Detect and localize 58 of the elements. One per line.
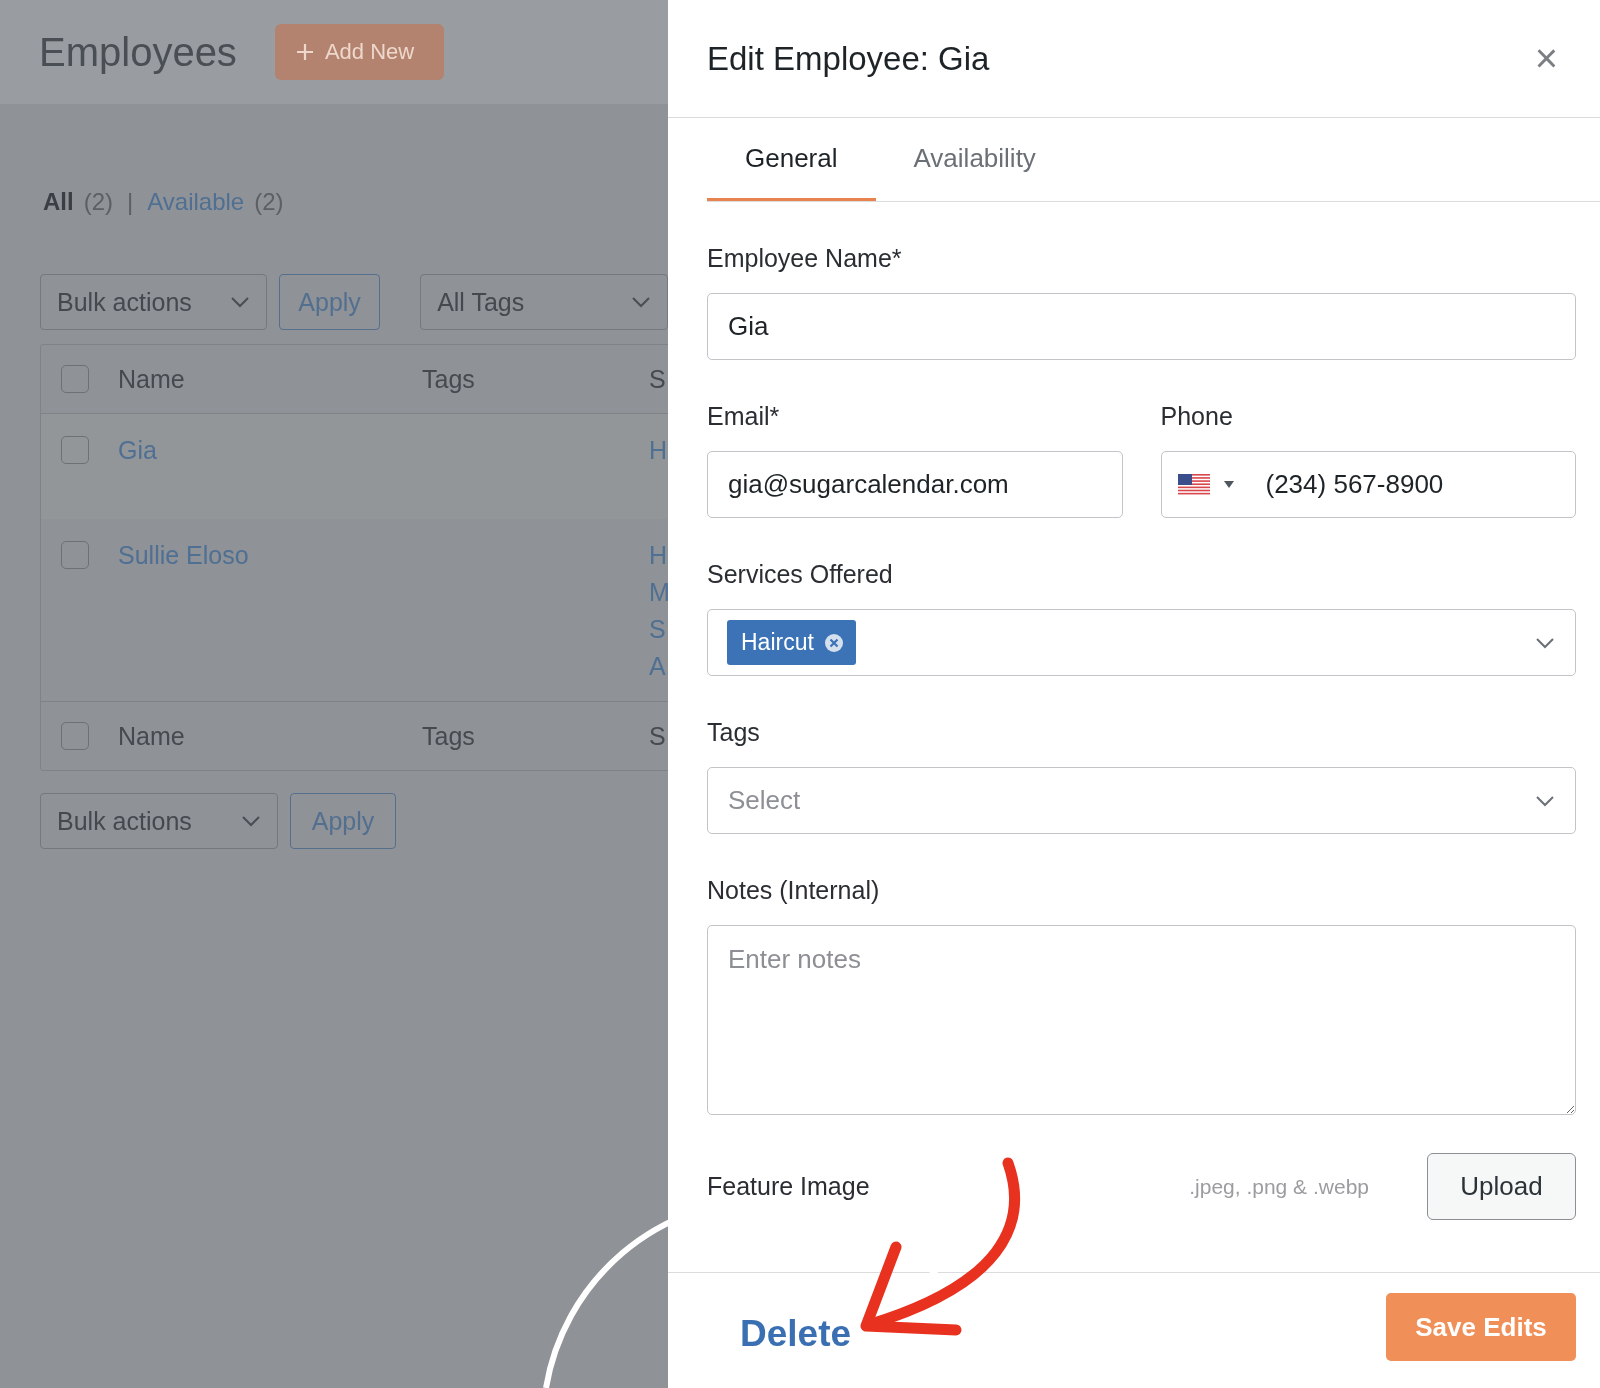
field-label: Phone (1160, 402, 1234, 431)
column-header: Tags (422, 364, 476, 394)
tags-filter-select[interactable]: All Tags (420, 274, 668, 330)
column-header: Name (118, 364, 186, 394)
feature-image-label: Feature Image (707, 1172, 870, 1201)
service-link[interactable]: A (649, 652, 668, 681)
column-header: S (649, 721, 667, 751)
employee-name-field[interactable]: Gia (707, 293, 1576, 360)
file-types-hint: .jpeg, .png & .webp (1189, 1174, 1369, 1199)
delete-link[interactable]: Delete (740, 1313, 852, 1355)
services-select[interactable]: Haircut (707, 609, 1576, 676)
apply-button[interactable]: Apply (279, 274, 381, 330)
panel-title: Edit Employee: Gia (707, 39, 990, 78)
upload-button[interactable]: Upload (1427, 1153, 1576, 1220)
add-new-button[interactable]: Add New (274, 24, 445, 80)
remove-icon[interactable] (823, 632, 844, 653)
filter-separator: | (127, 188, 134, 216)
field-label: Tags (707, 718, 761, 747)
field-label: Services Offered (707, 560, 894, 589)
chevron-down-icon (241, 815, 261, 827)
service-link[interactable]: H (649, 541, 668, 570)
flag-icon (1177, 473, 1210, 496)
field-label: Notes (Internal) (707, 876, 881, 905)
column-header: S (649, 364, 667, 394)
email-field[interactable]: gia@sugarcalendar.com (707, 451, 1123, 518)
column-header: Name (118, 721, 186, 751)
page-title: Employees (39, 29, 237, 75)
checkbox[interactable] (61, 365, 89, 393)
field-label: Email* (707, 402, 781, 431)
chevron-down-icon (631, 296, 651, 308)
plus-icon (294, 42, 315, 62)
apply-button[interactable]: Apply (290, 793, 396, 849)
service-link[interactable]: M (649, 578, 668, 607)
field-label: Employee Name* (707, 244, 903, 273)
checkbox[interactable] (61, 722, 89, 750)
bulk-actions-select[interactable]: Bulk actions (40, 274, 268, 330)
service-tag[interactable]: Haircut (727, 620, 856, 665)
chevron-down-icon (1535, 794, 1555, 807)
phone-field[interactable]: (234) 567-8900 (1160, 451, 1576, 518)
chevron-down-icon (230, 296, 251, 308)
checkbox[interactable] (61, 436, 89, 464)
column-header: Tags (422, 721, 476, 751)
tab[interactable]: Availability (875, 118, 1074, 201)
employee-name-link[interactable]: Gia (118, 436, 422, 465)
employee-name-link[interactable]: Sullie Eloso (118, 541, 422, 570)
checkbox[interactable] (61, 541, 89, 569)
tab[interactable]: General (707, 118, 876, 201)
chevron-down-icon (1535, 636, 1555, 649)
bulk-actions-select[interactable]: Bulk actions (40, 793, 278, 849)
filter-link[interactable]: All (43, 188, 74, 216)
notes-field[interactable]: Enter notes (707, 925, 1576, 1115)
tags-select[interactable]: Select (707, 767, 1576, 834)
service-link[interactable]: H (649, 436, 668, 465)
close-button[interactable]: × (1530, 36, 1562, 81)
service-link[interactable]: S (649, 615, 668, 644)
filter-link[interactable]: Available (147, 188, 245, 216)
save-edits-button[interactable]: Save Edits (1386, 1293, 1576, 1361)
caret-icon (1223, 481, 1234, 488)
